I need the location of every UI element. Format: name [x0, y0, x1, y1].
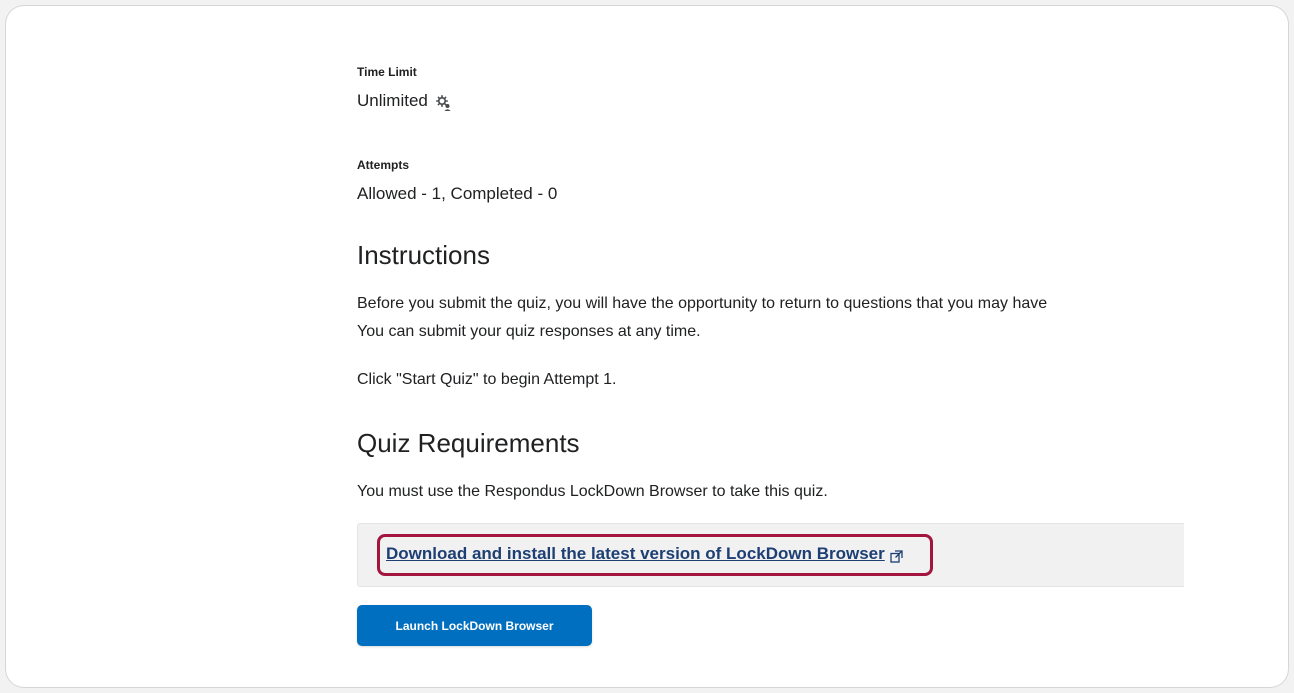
time-limit-value: Unlimited: [357, 91, 452, 111]
launch-lockdown-button[interactable]: Launch LockDown Browser: [357, 605, 592, 646]
gear-person-icon[interactable]: [435, 95, 452, 111]
instructions-heading: Instructions: [357, 240, 490, 270]
attempts-value: Allowed - 1, Completed - 0: [357, 184, 558, 203]
quiz-summary-content: Time Limit Unlimited Attempts Allowed - …: [351, 6, 1184, 687]
requirements-description: You must use the Respondus LockDown Brow…: [357, 483, 828, 500]
time-limit-label: Time Limit: [357, 65, 417, 79]
clipped-previous-line: [351, 6, 661, 17]
instructions-line-1: Before you submit the quiz, you will hav…: [357, 295, 1048, 312]
instructions-line-2: You can submit your quiz responses at an…: [357, 323, 701, 340]
requirements-heading: Quiz Requirements: [357, 428, 580, 458]
start-quiz-note: Click "Start Quiz" to begin Attempt 1.: [357, 371, 617, 388]
download-link-text: Download and install the latest version …: [386, 544, 885, 563]
page-frame: Time Limit Unlimited Attempts Allowed - …: [6, 6, 1288, 687]
time-limit-text: Unlimited: [357, 91, 428, 110]
attempts-label: Attempts: [357, 158, 410, 172]
download-lockdown-link[interactable]: Download and install the latest version …: [386, 544, 903, 564]
external-link-icon: [890, 548, 903, 563]
